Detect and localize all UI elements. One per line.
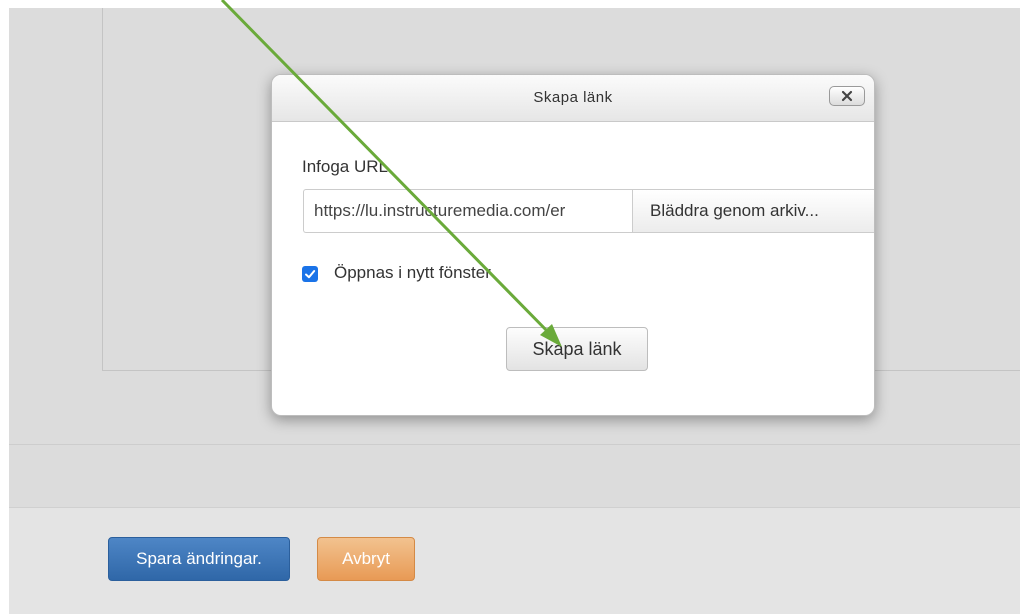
dialog-title: Skapa länk	[533, 89, 613, 106]
browse-files-button[interactable]: Bläddra genom arkiv...	[632, 189, 874, 233]
url-input[interactable]	[303, 189, 632, 233]
create-link-button[interactable]: Skapa länk	[506, 327, 648, 371]
url-label: Infoga URL	[302, 157, 388, 176]
cancel-button[interactable]: Avbryt	[317, 537, 415, 581]
save-changes-button[interactable]: Spara ändringar.	[108, 537, 290, 581]
open-new-window-label[interactable]: Öppnas i nytt fönster	[334, 263, 491, 283]
close-button[interactable]	[829, 86, 865, 106]
close-icon	[841, 90, 853, 102]
divider	[9, 444, 1020, 445]
checkmark-icon	[305, 270, 316, 279]
create-link-dialog: Skapa länk Infoga URL Bläddra genom arki…	[271, 74, 875, 416]
page-background: Spara ändringar. Avbryt Skapa länk Infog…	[9, 8, 1020, 614]
dialog-header: Skapa länk	[272, 75, 874, 122]
open-new-window-checkbox[interactable]	[302, 266, 318, 282]
